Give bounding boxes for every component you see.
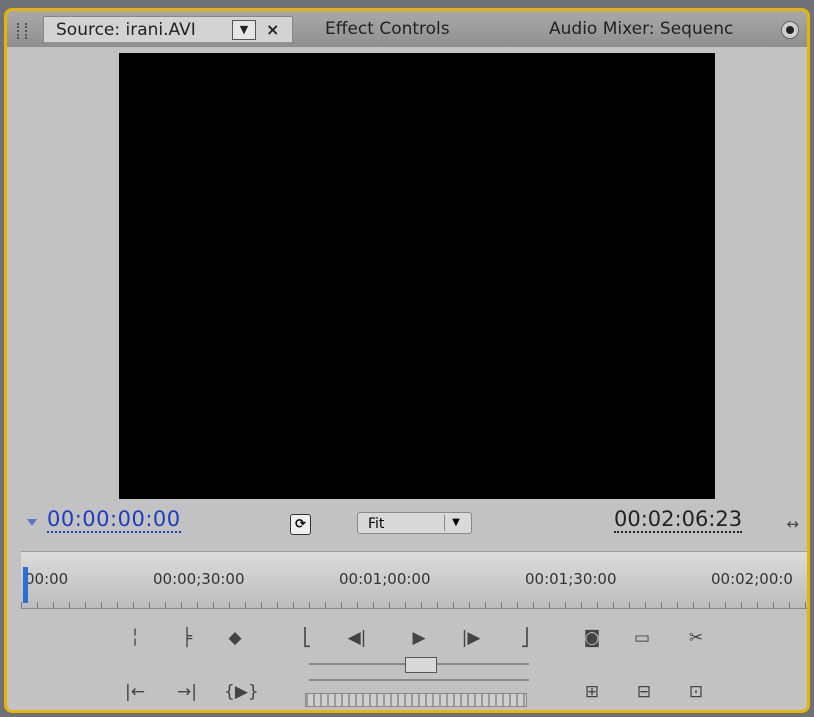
step-back-icon[interactable]: ◀| — [342, 625, 372, 651]
settings-icon[interactable]: ✂ — [681, 625, 711, 651]
clock-icon[interactable]: ⟳ — [290, 514, 311, 535]
go-to-out-icon[interactable]: →| — [172, 679, 202, 705]
mark-in-icon[interactable]: ╎ — [120, 625, 150, 651]
triangle-icon — [27, 519, 37, 526]
close-icon[interactable]: × — [266, 17, 279, 43]
ruler-label: 00:00 — [25, 570, 69, 588]
tab-bar: Source: irani.AVI ▼ × Effect Controls Au… — [7, 11, 807, 47]
source-dropdown-icon[interactable]: ▼ — [232, 20, 256, 40]
insert-icon[interactable]: ⊞ — [577, 679, 607, 705]
ruler-label: 00:00;30:00 — [153, 570, 245, 588]
ruler-label: 00:01;30:00 — [525, 570, 617, 588]
tab-source-label: Source: irani.AVI — [56, 20, 196, 40]
zoom-select[interactable]: Fit ▼ — [357, 512, 472, 534]
expand-arrows-icon[interactable]: ↔ — [786, 515, 799, 533]
ruler-ticks — [21, 602, 807, 608]
jog-slider[interactable] — [309, 657, 529, 681]
panel-grip-icon[interactable] — [17, 23, 27, 39]
step-forward-icon[interactable]: |▶ — [456, 625, 486, 651]
safe-margin-icon[interactable]: ▭ — [627, 625, 657, 651]
ruler-label: 00:02;00:0 — [711, 570, 793, 588]
play-in-to-out-icon[interactable]: {▶} — [224, 679, 259, 705]
play-icon[interactable]: ▶ — [404, 625, 434, 651]
go-to-in-icon[interactable]: ⎣ — [292, 625, 322, 651]
go-to-out-icon[interactable]: ⎦ — [510, 625, 540, 651]
duration-timecode[interactable]: 00:02:06:23 — [614, 507, 743, 533]
shuttle-slider[interactable] — [305, 693, 527, 707]
tab-source[interactable]: Source: irani.AVI ▼ × — [43, 16, 293, 42]
transport-controls: ╎ ╞ ◆ ⎣ ◀| ▶ |▶ ⎦ ◙ ▭ ✂ |← →| {▶} ⊞ ⊟ ⊡ — [7, 615, 807, 710]
tab-effect-controls[interactable]: Effect Controls — [325, 16, 450, 42]
source-monitor-panel: Source: irani.AVI ▼ × Effect Controls Au… — [4, 8, 810, 713]
time-ruler[interactable]: 00:00 00:00;30:00 00:01;00:00 00:01;30:0… — [21, 551, 807, 609]
zoom-value: Fit — [368, 516, 385, 532]
panel-menu-icon[interactable] — [781, 21, 799, 39]
mark-out-icon[interactable]: ╞ — [172, 625, 202, 651]
timecode-bar: 00:00:00:00 ⟳ Fit ▼ 00:02:06:23 ↔ — [7, 505, 807, 543]
chevron-down-icon: ▼ — [444, 515, 467, 531]
ruler-label: 00:01;00:00 — [339, 570, 431, 588]
playhead[interactable] — [23, 567, 28, 603]
jog-knob[interactable] — [405, 657, 437, 673]
overlay-icon[interactable]: ⊟ — [629, 679, 659, 705]
marker-icon[interactable]: ◆ — [220, 625, 250, 651]
export-frame-icon[interactable]: ⊡ — [681, 679, 711, 705]
camera-icon[interactable]: ◙ — [577, 625, 607, 651]
video-preview — [119, 53, 715, 499]
go-to-in-icon[interactable]: |← — [120, 679, 150, 705]
tab-audio-mixer[interactable]: Audio Mixer: Sequenc — [549, 16, 771, 42]
current-timecode[interactable]: 00:00:00:00 — [47, 507, 181, 533]
